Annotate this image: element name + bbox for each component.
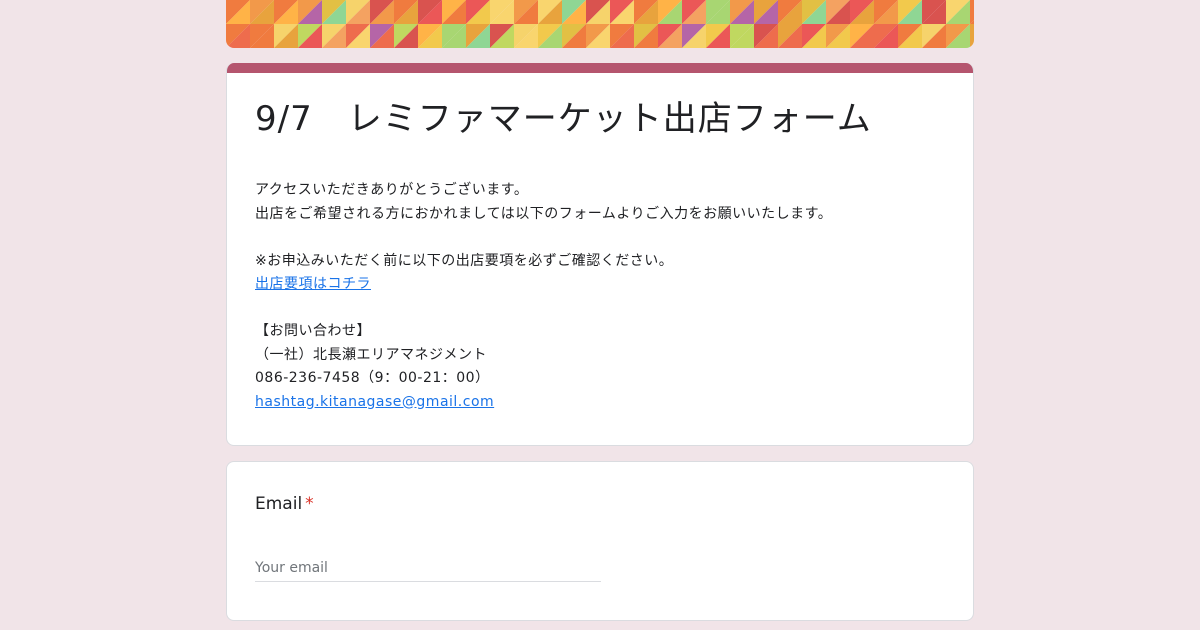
contact-organization: （一社）北長瀬エリアマネジメント	[255, 346, 487, 363]
email-question-label: Email *	[255, 494, 314, 514]
email-input[interactable]	[255, 555, 601, 582]
contact-heading: 【お問い合わせ】	[255, 323, 371, 339]
form-description: アクセスいただきありがとうございます。 出店をご希望される方におかれましては以下…	[255, 179, 955, 414]
description-line: アクセスいただきありがとうございます。	[255, 182, 529, 198]
theme-accent-bar	[227, 63, 973, 73]
email-question-card: Email *	[226, 461, 974, 621]
form-header-card: 9/7 レミファマーケット出店フォーム アクセスいただきありがとうございます。 …	[226, 63, 974, 446]
email-label-text: Email	[255, 494, 303, 514]
required-asterisk: *	[305, 494, 314, 514]
description-line: ※お申込みいただく前に以下の出店要項を必ずご確認ください。	[255, 252, 674, 269]
description-line: 出店をご希望される方におかれましては以下のフォームよりご入力をお願いいたします。	[255, 205, 833, 222]
guidelines-link[interactable]: 出店要項はコチラ	[255, 276, 371, 292]
triangle-pattern	[226, 0, 974, 48]
form-title: 9/7 レミファマーケット出店フォーム	[255, 99, 872, 139]
header-banner-image	[226, 0, 974, 48]
contact-phone: 086-236-7458（9：00-21：00）	[255, 370, 490, 386]
contact-email-link[interactable]: hashtag.kitanagase@gmail.com	[255, 394, 494, 410]
